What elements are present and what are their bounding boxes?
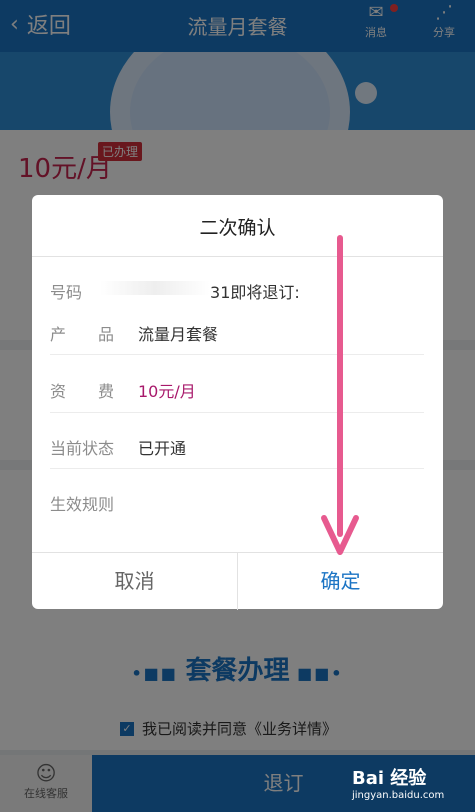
fee-label: 资 费 (50, 382, 115, 401)
cancel-button[interactable]: 取消 (32, 553, 237, 610)
arrow-down-icon (321, 235, 359, 555)
row-divider (50, 412, 424, 413)
fee-value: 10元/月 (138, 382, 196, 401)
notice-prefix: 号码 (50, 283, 83, 302)
dialog-button-bar: 取消 确定 (32, 552, 443, 610)
effective-rule-row: 生效规则 (50, 491, 138, 515)
status-row: 当前状态 已开通 (50, 435, 186, 459)
status-value: 已开通 (138, 439, 187, 458)
status-label: 当前状态 (50, 439, 115, 458)
fee-row: 资 费 10元/月 (50, 378, 196, 402)
dialog-title: 二次确认 (199, 217, 276, 239)
watermark-logo: Bai 经验 (352, 768, 427, 789)
watermark-url: jingyan.baidu.com (352, 790, 445, 801)
product-row: 产 品 流量月套餐 (50, 321, 218, 345)
notice-row: 号码 31即将退订: (50, 279, 300, 303)
confirm-dialog: 二次确认 号码 31即将退订: 产 品 流量月套餐 资 费 10元/月 当前状态… (32, 195, 443, 610)
row-divider (50, 354, 424, 355)
masked-number (100, 281, 211, 295)
effective-rule-label: 生效规则 (50, 495, 115, 514)
product-value: 流量月套餐 (138, 325, 219, 344)
notice-suffix: 31即将退订: (210, 283, 300, 302)
row-divider (50, 468, 424, 469)
confirm-button[interactable]: 确定 (238, 553, 443, 610)
title-divider (32, 256, 443, 257)
product-label: 产 品 (50, 325, 115, 344)
